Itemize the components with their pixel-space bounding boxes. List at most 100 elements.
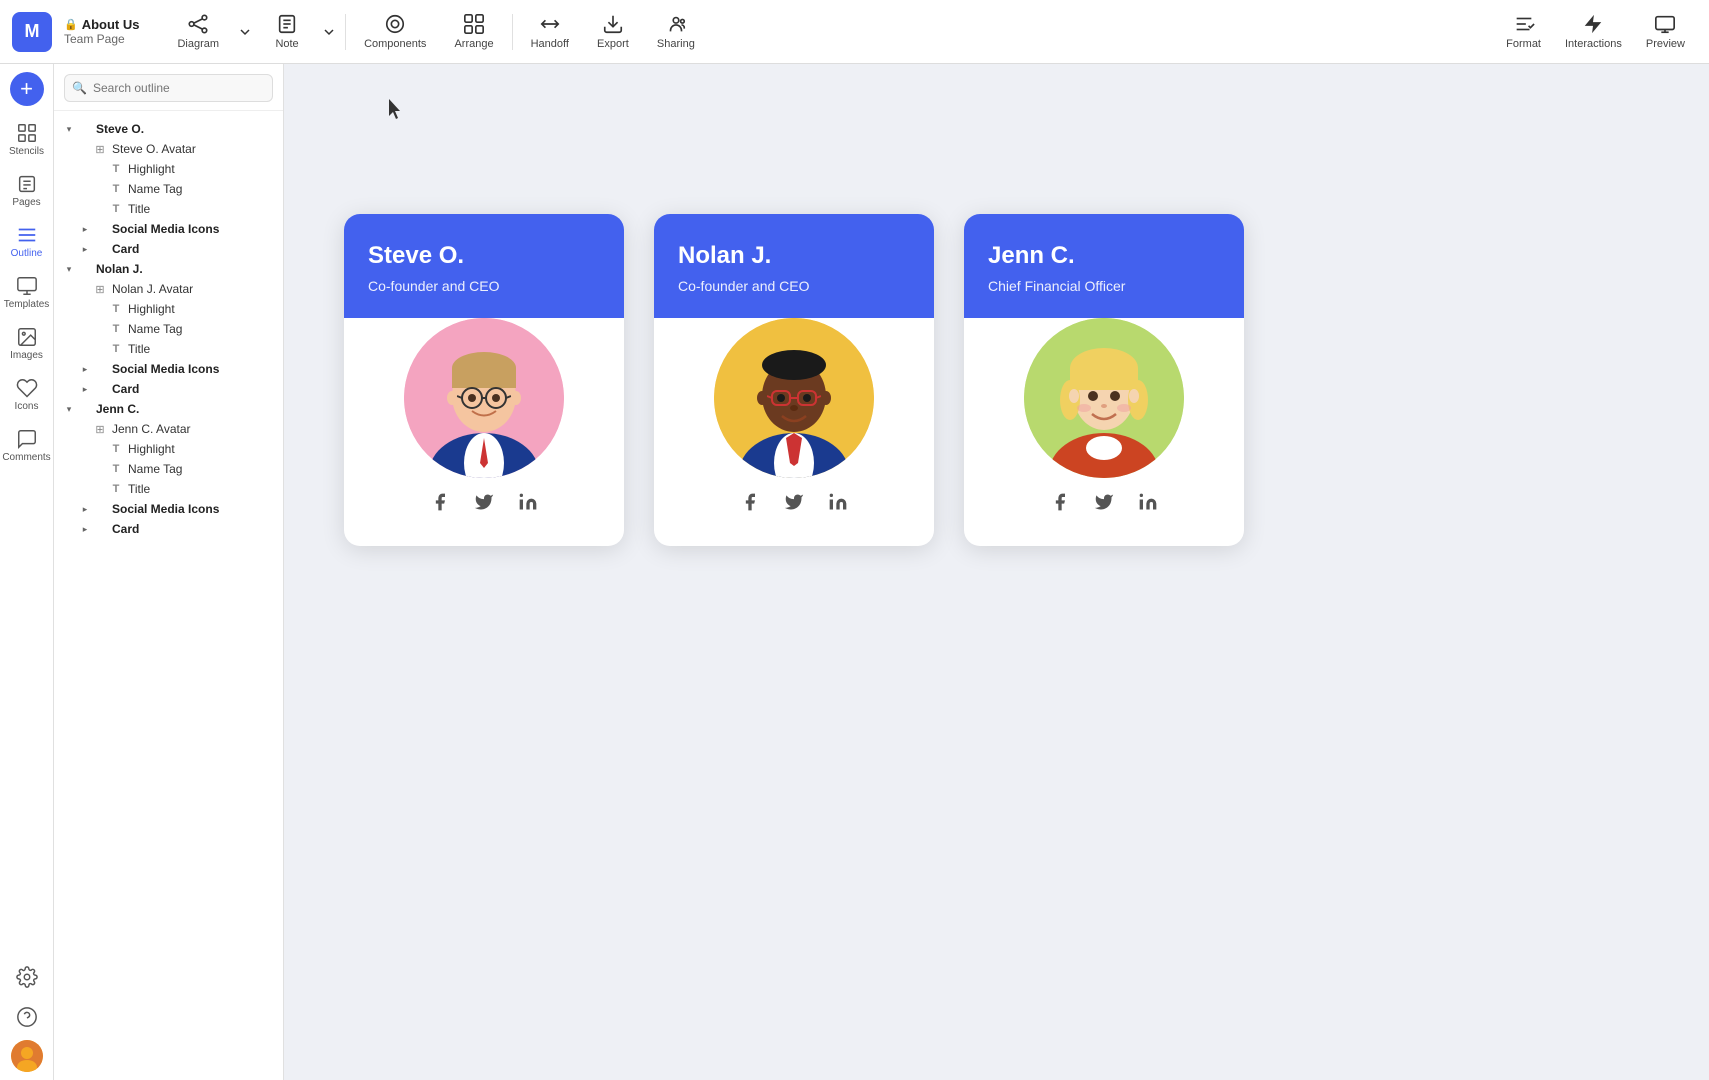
- steve-twitter-icon[interactable]: [470, 488, 498, 516]
- left-nav: + Stencils Pages Outline: [0, 64, 54, 1080]
- tree-arrow: ▾: [62, 122, 76, 136]
- tree-item-label: Highlight: [128, 442, 175, 456]
- jenn-card-header: Jenn C. Chief Financial Officer: [964, 214, 1244, 318]
- tree-arrow: ▸: [78, 362, 92, 376]
- toolbar-interactions-btn[interactable]: Interactions: [1553, 7, 1634, 56]
- steve-card-header: Steve O. Co-founder and CEO: [344, 214, 624, 318]
- tree-item[interactable]: ⊞Jenn C. Avatar: [54, 419, 283, 439]
- tree-arrow: ▸: [78, 382, 92, 396]
- toolbar-components-btn[interactable]: Components: [350, 7, 440, 56]
- tree-text-icon: T: [108, 301, 124, 317]
- tree-item[interactable]: TTitle: [54, 339, 283, 359]
- add-button[interactable]: +: [10, 72, 44, 106]
- tree-item-label: Name Tag: [128, 322, 182, 336]
- jenn-name: Jenn C.: [988, 242, 1220, 270]
- tree-item[interactable]: ▸Social Media Icons: [54, 219, 283, 239]
- steve-facebook-icon[interactable]: [426, 488, 454, 516]
- tree-item-label: Title: [128, 342, 150, 356]
- toolbar-arrange-btn[interactable]: Arrange: [440, 7, 507, 56]
- tree-group-label: Nolan J.: [96, 262, 143, 276]
- jenn-social: [1046, 478, 1162, 526]
- tree-item[interactable]: TTitle: [54, 199, 283, 219]
- toolbar-export-btn[interactable]: Export: [583, 7, 643, 56]
- tree-item[interactable]: ▾Nolan J.: [54, 259, 283, 279]
- tree-item[interactable]: ▸Card: [54, 519, 283, 539]
- nolan-linkedin-icon[interactable]: [824, 488, 852, 516]
- search-input[interactable]: [64, 74, 273, 102]
- steve-avatar: [404, 318, 564, 478]
- tree-group-icon: [92, 361, 108, 377]
- toolbar-diagram-label: Diagram: [177, 38, 219, 50]
- outline-tree: ▾Steve O.⊞Steve O. Avatar T Highlight T Name…: [54, 111, 283, 1080]
- tree-item[interactable]: ⊞Steve O. Avatar: [54, 139, 283, 159]
- toolbar-format-btn[interactable]: Format: [1494, 7, 1553, 56]
- nolan-twitter-icon[interactable]: [780, 488, 808, 516]
- jenn-twitter-icon[interactable]: [1090, 488, 1118, 516]
- sidebar-item-images[interactable]: Images: [3, 320, 51, 367]
- tree-item[interactable]: ▾Steve O.: [54, 119, 283, 139]
- steve-title: Co-founder and CEO: [368, 278, 600, 294]
- toolbar-handoff-btn[interactable]: Handoff: [517, 7, 583, 56]
- sidebar-icons-label: Icons: [15, 401, 39, 412]
- nolan-avatar: [714, 318, 874, 478]
- tree-item-label: Highlight: [128, 302, 175, 316]
- toolbar-sharing-label: Sharing: [657, 38, 695, 50]
- toolbar-format-label: Format: [1506, 38, 1541, 50]
- nolan-facebook-icon[interactable]: [736, 488, 764, 516]
- tree-item[interactable]: ▾Jenn C.: [54, 399, 283, 419]
- toolbar-sharing-btn[interactable]: Sharing: [643, 7, 709, 56]
- toolbar-note-btn[interactable]: Note: [257, 7, 317, 56]
- sidebar-templates-label: Templates: [4, 299, 50, 310]
- tree-item-label: Nolan J. Avatar: [112, 282, 193, 296]
- jenn-facebook-icon[interactable]: [1046, 488, 1074, 516]
- sidebar-item-pages[interactable]: Pages: [3, 167, 51, 214]
- sidebar-item-stencils[interactable]: Stencils: [3, 116, 51, 163]
- steve-card-body: [344, 318, 624, 546]
- tree-group-icon: [76, 261, 92, 277]
- toolbar-export-label: Export: [597, 38, 629, 50]
- steve-linkedin-icon[interactable]: [514, 488, 542, 516]
- sidebar-item-comments[interactable]: Comments: [3, 422, 51, 469]
- sidebar-item-outline[interactable]: Outline: [3, 218, 51, 265]
- tree-arrow: ▸: [78, 502, 92, 516]
- tree-text-icon: T: [108, 321, 124, 337]
- tree-item[interactable]: TName Tag: [54, 179, 283, 199]
- tree-item[interactable]: THighlight: [54, 159, 283, 179]
- tree-item[interactable]: ▸Card: [54, 379, 283, 399]
- tree-group-icon: [92, 521, 108, 537]
- tree-group-label: Card: [112, 522, 139, 536]
- toolbar-diagram-dropdown[interactable]: [233, 20, 257, 44]
- help-button[interactable]: [3, 1000, 51, 1034]
- tree-item[interactable]: T Highlight: [54, 439, 283, 459]
- toolbar-diagram-btn[interactable]: Diagram: [163, 7, 233, 56]
- jenn-avatar: [1024, 318, 1184, 478]
- steve-name: Steve O.: [368, 242, 600, 270]
- sidebar-item-templates[interactable]: Templates: [3, 269, 51, 316]
- tree-item[interactable]: ▸Card: [54, 239, 283, 259]
- settings-button[interactable]: [3, 960, 51, 994]
- sidebar-outline-label: Outline: [11, 248, 43, 259]
- tree-item-label: Jenn C. Avatar: [112, 422, 191, 436]
- tree-group-icon: [92, 381, 108, 397]
- tree-item-label: Steve O. Avatar: [112, 142, 196, 156]
- tree-item[interactable]: T Name Tag: [54, 319, 283, 339]
- tree-arrow: ▸: [78, 242, 92, 256]
- tree-item[interactable]: ▸Social Media Icons: [54, 359, 283, 379]
- tree-item[interactable]: ▸Social Media Icons: [54, 499, 283, 519]
- user-avatar[interactable]: [11, 1040, 43, 1072]
- tree-item[interactable]: TTitle: [54, 479, 283, 499]
- sidebar-item-icons[interactable]: Icons: [3, 371, 51, 418]
- tree-item[interactable]: T Highlight: [54, 299, 283, 319]
- toolbar-note-dropdown[interactable]: [317, 20, 341, 44]
- tree-text-icon: T: [108, 441, 124, 457]
- toolbar-preview-btn[interactable]: Preview: [1634, 7, 1697, 56]
- app-logo[interactable]: M: [12, 12, 52, 52]
- tree-item[interactable]: ⊞Nolan J. Avatar: [54, 279, 283, 299]
- toolbar-note-label: Note: [275, 38, 298, 50]
- tree-group-icon: [92, 241, 108, 257]
- tree-item-label: Name Tag: [128, 462, 182, 476]
- tree-item[interactable]: TName Tag: [54, 459, 283, 479]
- canvas[interactable]: Steve O. Co-founder and CEO: [284, 64, 1709, 1080]
- jenn-linkedin-icon[interactable]: [1134, 488, 1162, 516]
- breadcrumb-sub-label: Team Page: [64, 32, 139, 46]
